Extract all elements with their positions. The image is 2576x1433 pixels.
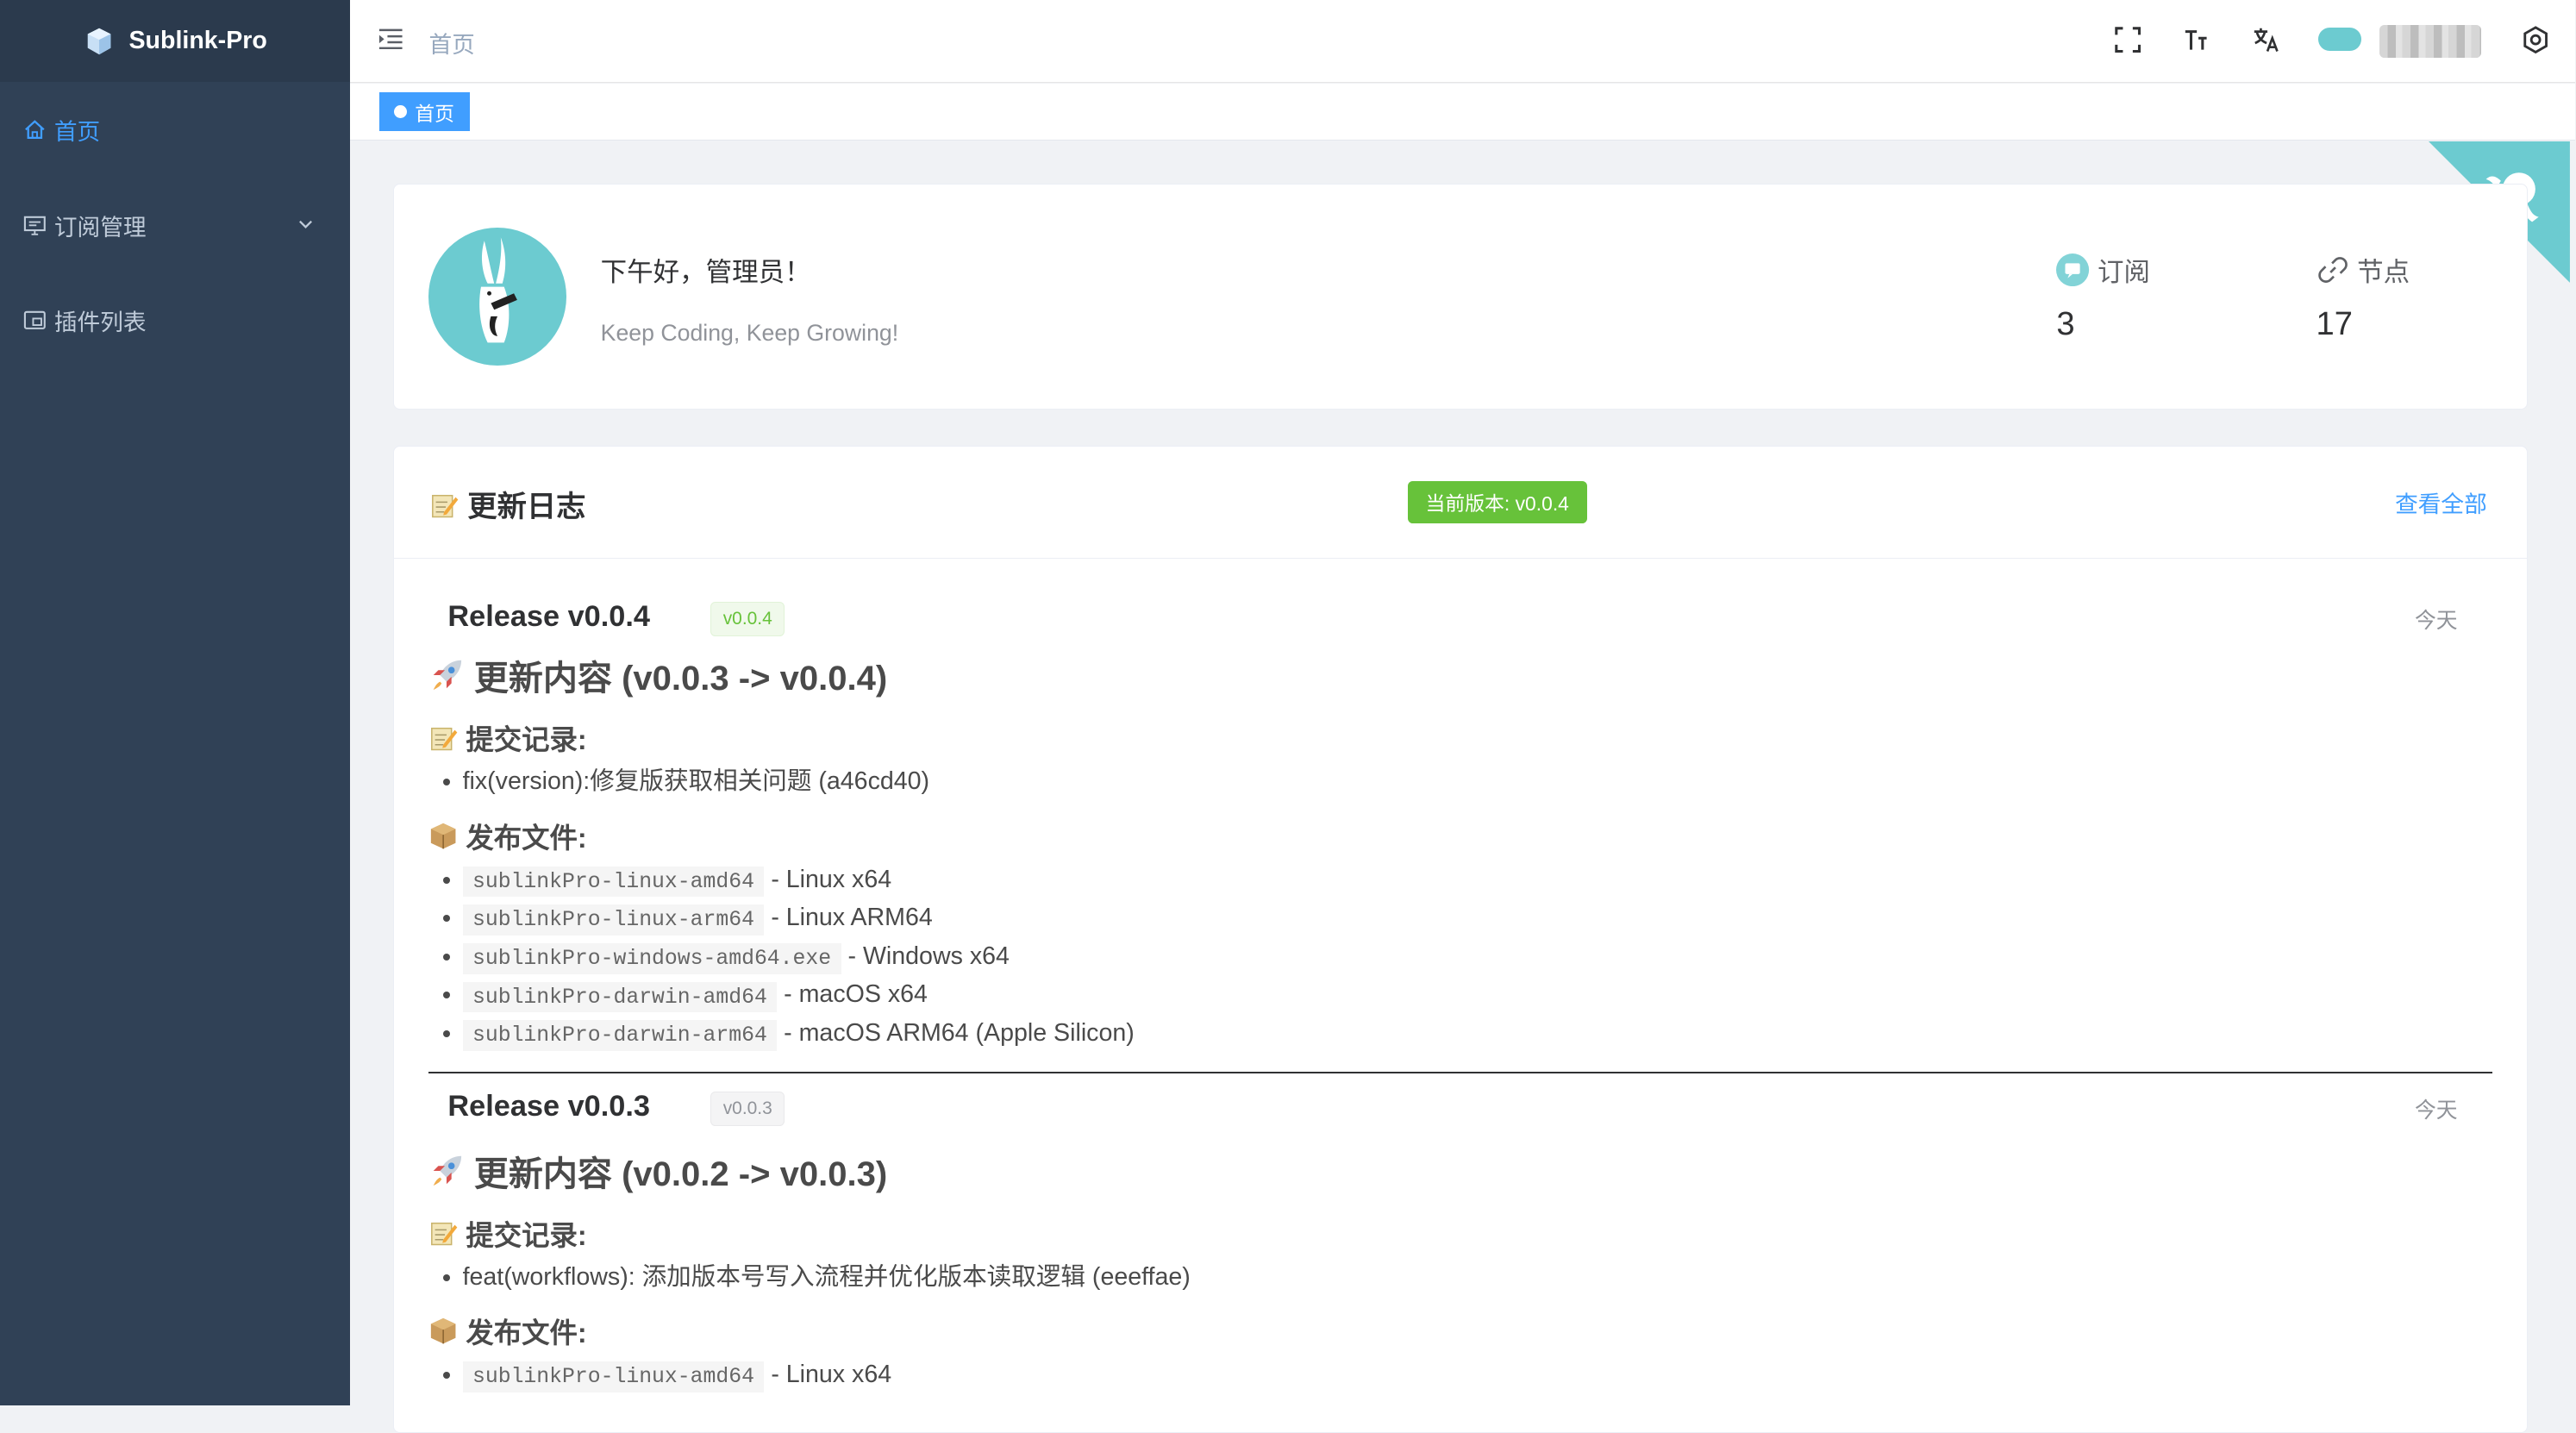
- sidebar-item-home[interactable]: 首页: [0, 82, 350, 178]
- plugin-icon: [23, 311, 46, 330]
- font-size-icon[interactable]: [2182, 25, 2211, 54]
- memo-icon: [430, 1223, 457, 1246]
- changelog-header: 更新日志 当前版本: v0.0.4 查看全部: [393, 447, 2527, 560]
- rabbit-avatar-icon: [478, 237, 517, 343]
- release-version-tag: v0.0.4: [710, 601, 785, 636]
- monitor-icon: [23, 216, 46, 235]
- sidebar: Sublink-Pro 首页 订阅管理 插件列表: [0, 0, 350, 1405]
- motto-text: Keep Coding, Keep Growing!: [600, 319, 899, 346]
- user-name-obscured[interactable]: [2379, 24, 2482, 58]
- tag-home[interactable]: 首页: [379, 91, 471, 132]
- file-name: sublinkPro-linux-amd64: [462, 1361, 765, 1392]
- commits-heading: 提交记录:: [428, 716, 2492, 760]
- package-icon: [430, 823, 455, 849]
- user-avatar[interactable]: [2318, 28, 2361, 52]
- stat-label: 节点: [2357, 257, 2410, 287]
- greeting-text: 下午好，管理员！: [600, 257, 811, 287]
- file-item: sublinkPro-darwin-arm64 - macOS ARM64 (A…: [462, 1014, 2492, 1053]
- commit-list: fix(version):修复版获取相关问题 (a46cd40): [428, 762, 2492, 801]
- changelog-card: 更新日志 当前版本: v0.0.4 查看全部 Release v0.0.4 v0…: [392, 445, 2528, 1433]
- release-title: Release v0.0.3: [447, 1090, 650, 1123]
- file-name: sublinkPro-darwin-arm64: [462, 1020, 778, 1051]
- files-heading: 发布文件:: [428, 814, 2492, 857]
- menu-toggle-icon[interactable]: [378, 28, 403, 51]
- logo-cube-icon: [87, 28, 111, 54]
- stat-value: 17: [2316, 304, 2353, 342]
- commit-item: feat(workflows): 添加版本号写入流程并优化版本读取逻辑 (eee…: [463, 1258, 2492, 1297]
- release-version-tag: v0.0.3: [710, 1092, 785, 1127]
- home-icon: [24, 120, 45, 140]
- translate-icon[interactable]: [2251, 25, 2280, 54]
- sidebar-item-plugins[interactable]: 插件列表: [0, 272, 350, 368]
- app-logo[interactable]: Sublink-Pro: [0, 0, 350, 83]
- tags-view-bar: 首页: [349, 84, 2575, 141]
- file-item: sublinkPro-windows-amd64.exe - Windows x…: [462, 937, 2492, 976]
- settings-icon[interactable]: [2521, 25, 2550, 54]
- stat-subscriptions[interactable]: 订阅 3: [2056, 251, 2150, 343]
- file-name: sublinkPro-darwin-amd64: [462, 981, 778, 1013]
- subscription-icon: [2056, 253, 2090, 286]
- commits-heading: 提交记录:: [428, 1212, 2492, 1255]
- current-version-badge: 当前版本: v0.0.4: [1407, 480, 1587, 524]
- file-item: sublinkPro-linux-amd64 - Linux x64: [462, 860, 2492, 899]
- memo-icon: [430, 727, 457, 750]
- file-item: sublinkPro-darwin-amd64 - macOS x64: [462, 975, 2492, 1014]
- sidebar-item-label: 订阅管理: [53, 214, 147, 241]
- admin-avatar: [428, 228, 566, 366]
- package-icon: [430, 1318, 455, 1344]
- commit-item: fix(version):修复版获取相关问题 (a46cd40): [463, 762, 2492, 801]
- sidebar-item-subscriptions[interactable]: 订阅管理: [0, 178, 350, 273]
- sidebar-item-label: 插件列表: [53, 310, 147, 336]
- release-date: 今天: [2414, 1099, 2458, 1123]
- breadcrumb: 首页: [428, 32, 475, 59]
- release-entry: Release v0.0.3 v0.0.3 今天 更新内容 (v0.0.2 ->…: [394, 1073, 2527, 1393]
- file-name: sublinkPro-linux-amd64: [462, 866, 765, 898]
- file-list: sublinkPro-linux-amd64 - Linux x64: [428, 1355, 2492, 1394]
- file-list: sublinkPro-linux-amd64 - Linux x64 subli…: [428, 860, 2492, 1053]
- stat-label: 订阅: [2098, 257, 2150, 287]
- release-date: 今天: [2414, 609, 2458, 633]
- app-name: Sublink-Pro: [128, 27, 267, 55]
- release-entry: Release v0.0.4 v0.0.4 今天 更新内容 (v0.0.3 ->…: [394, 559, 2527, 1074]
- file-name: sublinkPro-windows-amd64.exe: [462, 942, 841, 974]
- top-navbar: 首页: [349, 0, 2575, 84]
- changelog-title: 更新日志: [429, 482, 585, 525]
- commit-list: feat(workflows): 添加版本号写入流程并优化版本读取逻辑 (eee…: [428, 1258, 2492, 1297]
- link-icon: [2317, 256, 2348, 283]
- fullscreen-icon[interactable]: [2113, 25, 2142, 54]
- chevron-down-icon[interactable]: [297, 216, 314, 232]
- release-title: Release v0.0.4: [447, 599, 650, 633]
- files-heading: 发布文件:: [428, 1310, 2492, 1353]
- stat-nodes[interactable]: 节点 17: [2317, 251, 2410, 343]
- file-item: sublinkPro-linux-amd64 - Linux x64: [462, 1355, 2492, 1394]
- file-item: sublinkPro-linux-arm64 - Linux ARM64: [462, 898, 2492, 937]
- memo-icon: [432, 494, 459, 518]
- file-name: sublinkPro-linux-arm64: [462, 904, 765, 936]
- sidebar-item-label: 首页: [53, 119, 101, 146]
- welcome-card: 下午好，管理员！ Keep Coding, Keep Growing! 订阅 3: [392, 184, 2528, 410]
- tag-label: 首页: [415, 102, 454, 125]
- stat-value: 3: [2056, 304, 2075, 342]
- view-all-link[interactable]: 查看全部: [2395, 485, 2487, 519]
- active-dot-icon: [393, 104, 407, 119]
